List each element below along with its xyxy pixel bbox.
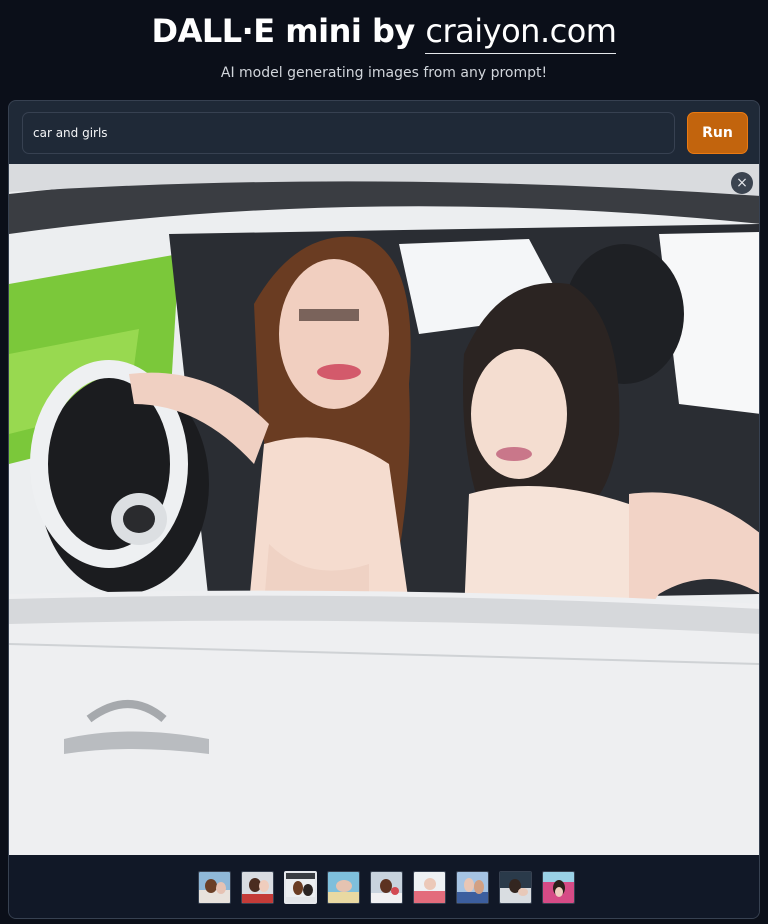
thumbnail-9[interactable] [541,871,575,904]
app-page: DALL·E mini by craiyon.com AI model gene… [0,0,768,924]
thumbnail-7[interactable] [455,871,489,904]
thumbnail-6[interactable] [412,871,446,904]
generated-image[interactable]: × [9,164,759,855]
close-image-button[interactable]: × [731,172,753,194]
page-title: DALL·E mini by craiyon.com [0,12,768,54]
title-prefix: DALL·E mini by [151,12,426,50]
page-subtitle: AI model generating images from any prom… [220,65,548,81]
run-button[interactable]: Run [687,112,748,154]
thumbnail-1[interactable] [197,871,231,904]
craiyon-link[interactable]: craiyon.com [425,12,617,54]
thumbnail-strip [9,855,759,918]
thumbnail-8[interactable] [498,871,532,904]
prompt-text: car and girls [33,126,108,140]
thumbnail-5[interactable] [369,871,403,904]
generator-panel: car and girls Run × [8,100,760,919]
thumbnail-3[interactable] [283,871,317,904]
thumbnail-2[interactable] [240,871,274,904]
generated-image-artwork [9,164,759,855]
prompt-input[interactable]: car and girls [22,112,675,154]
thumbnail-4[interactable] [326,871,360,904]
